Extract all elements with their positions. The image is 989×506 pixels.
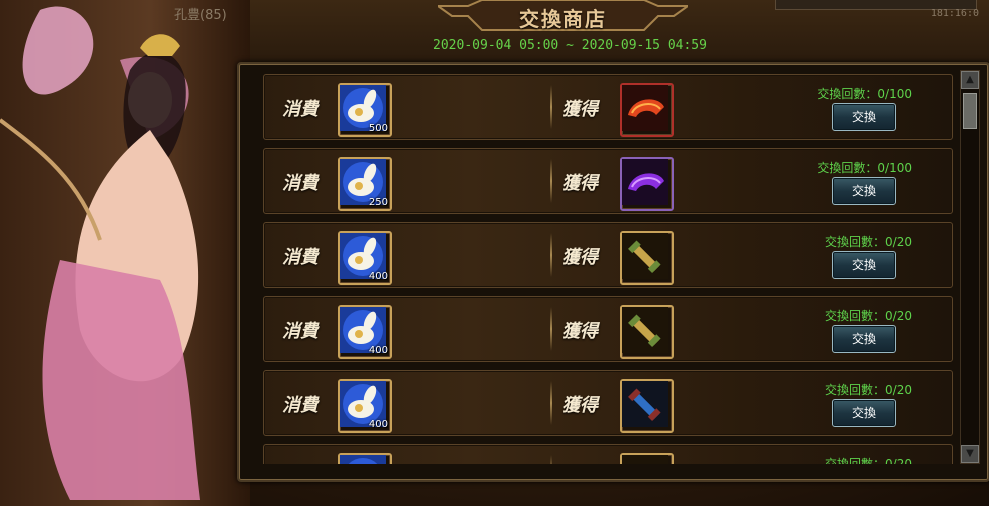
scroll-thumb[interactable] [963, 93, 977, 129]
cost-quantity: 250 [368, 197, 388, 208]
exchange-button[interactable]: 交換 [832, 177, 896, 205]
reward-item-slot[interactable] [620, 305, 674, 359]
exchange-count: 交換回數：0/20 [825, 235, 912, 249]
cost-item-slot[interactable]: 400 [338, 231, 392, 285]
red-fan-icon [622, 85, 668, 131]
scrollbar[interactable]: ▲ ▼ [960, 70, 980, 464]
exchange-button[interactable]: 交換 [832, 103, 896, 131]
exchange-row: 消費 500 獲得 交換回數：0/100 交換 [263, 74, 953, 140]
obtain-label: 獲得 [562, 321, 598, 342]
row-divider [550, 307, 552, 351]
obtain-label: 獲得 [562, 395, 598, 416]
consume-label: 消費 [282, 173, 318, 194]
reward-item-slot[interactable] [620, 157, 674, 211]
exchange-count: 交換回數：0/20 [825, 457, 912, 464]
cost-item-slot[interactable]: 400 [338, 305, 392, 359]
obtain-label: 獲得 [562, 173, 598, 194]
gold-scroll-icon [622, 307, 668, 353]
title-banner: 交換商店 [434, 0, 692, 34]
exchange-list: 消費 500 獲得 交換回數：0/100 交換 消費 250 獲得 交換回數：0… [263, 72, 953, 464]
row-divider [550, 85, 552, 129]
exchange-count: 交換回數：0/20 [825, 309, 912, 323]
consume-label: 消費 [282, 99, 318, 120]
cost-item-slot[interactable] [338, 453, 392, 464]
exchange-count: 交換回數：0/20 [825, 383, 912, 397]
blue-scroll-icon [622, 381, 668, 427]
event-period: 2020-09-04 05:00 ~ 2020-09-15 04:59 [433, 38, 707, 53]
cost-quantity: 400 [368, 271, 388, 282]
row-divider [550, 233, 552, 277]
scroll-down-arrow-icon[interactable]: ▼ [961, 445, 979, 463]
exchange-button[interactable]: 交換 [832, 399, 896, 427]
cost-quantity: 400 [368, 345, 388, 356]
reward-item-slot[interactable] [620, 379, 674, 433]
exchange-row: 消費 250 獲得 交換回數：0/100 交換 [263, 148, 953, 214]
row-divider [550, 455, 552, 464]
row-divider [550, 381, 552, 425]
obtain-label: 獲得 [562, 247, 598, 268]
exchange-panel: 消費 500 獲得 交換回數：0/100 交換 消費 250 獲得 交換回數：0… [237, 62, 989, 482]
exchange-button[interactable]: 交換 [832, 251, 896, 279]
consume-label: 消費 [282, 321, 318, 342]
exchange-count: 交換回數：0/100 [817, 87, 912, 101]
reward-item-slot[interactable] [620, 231, 674, 285]
page-title: 交換商店 [519, 7, 607, 31]
exchange-row: 消費 400 獲得 交換回數：0/20 交換 [263, 222, 953, 288]
purple-fan-icon [622, 159, 668, 205]
gold-scroll-icon [622, 455, 668, 464]
consume-label: 消費 [282, 247, 318, 268]
character-illustration [0, 6, 200, 500]
cost-item-slot[interactable]: 250 [338, 157, 392, 211]
rabbit-token-icon [340, 455, 386, 464]
obtain-label: 獲得 [562, 99, 598, 120]
row-divider [550, 159, 552, 203]
exchange-row: 消費 400 獲得 交換回數：0/20 交換 [263, 370, 953, 436]
cost-item-slot[interactable]: 500 [338, 83, 392, 137]
player-name: 孔豊(85) [174, 8, 227, 23]
scroll-up-arrow-icon[interactable]: ▲ [961, 71, 979, 89]
exchange-row: 消費 獲得 交換回數：0/20 交換 [263, 444, 953, 464]
exchange-row: 消費 400 獲得 交換回數：0/20 交換 [263, 296, 953, 362]
cost-quantity: 400 [368, 419, 388, 430]
cost-quantity: 500 [368, 123, 388, 134]
cost-item-slot[interactable]: 400 [338, 379, 392, 433]
reward-item-slot[interactable] [620, 453, 674, 464]
gold-scroll-icon [622, 233, 668, 279]
consume-label: 消費 [282, 395, 318, 416]
exchange-count: 交換回數：0/100 [817, 161, 912, 175]
top-right-status: 181:16:0 [775, 0, 985, 26]
exchange-button[interactable]: 交換 [832, 325, 896, 353]
reward-item-slot[interactable] [620, 83, 674, 137]
clock-text: 181:16:0 [930, 8, 979, 19]
